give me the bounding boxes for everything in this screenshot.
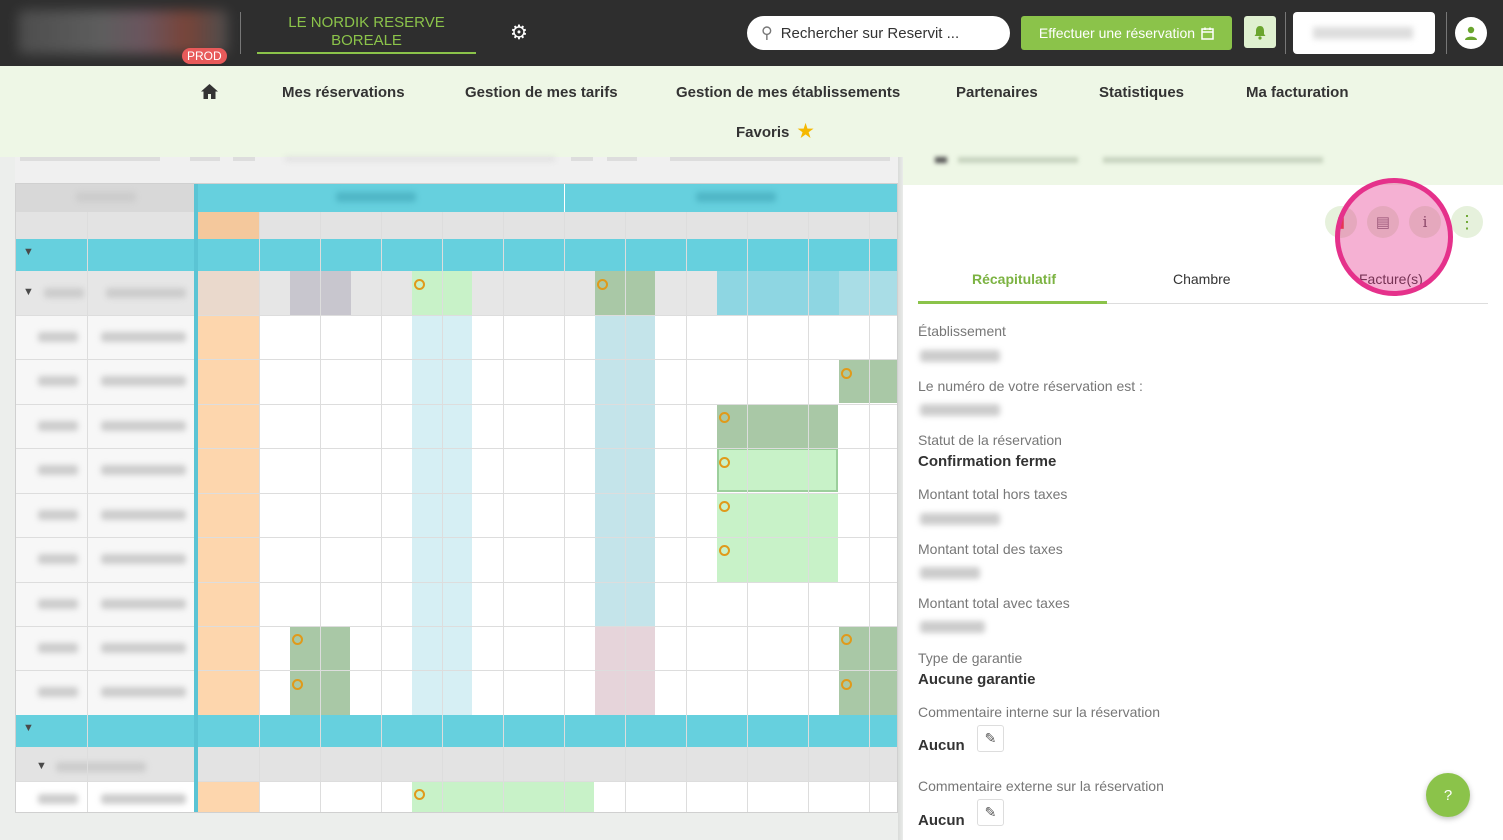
- search-input[interactable]: ⚲ Rechercher sur Reservit ...: [747, 16, 1010, 50]
- nav-reservations[interactable]: Mes réservations: [282, 84, 405, 101]
- field-label-taxes: Montant total des taxes: [918, 541, 1063, 557]
- field-label-establishment: Établissement: [918, 323, 1006, 339]
- field-value-guarantee: Aucune garantie: [918, 671, 1036, 688]
- main-nav: Mes réservations Gestion de mes tarifs G…: [0, 66, 1503, 157]
- planning-toolbar: [15, 157, 898, 183]
- field-label-reservation-number: Le numéro de votre réservation est :: [918, 378, 1143, 394]
- field-value-establishment: [920, 350, 1000, 362]
- click-highlight: [1335, 178, 1453, 296]
- nav-billing[interactable]: Ma facturation: [1246, 84, 1349, 101]
- collapse-icon[interactable]: ▼: [23, 286, 34, 298]
- nav-favorites-label: Favoris: [736, 124, 790, 141]
- planning-grid[interactable]: ▼ ▼ ▼ ▼: [15, 183, 898, 813]
- nav-partners[interactable]: Partenaires: [956, 84, 1038, 101]
- book-reservation-button[interactable]: Effectuer une réservation: [1021, 16, 1232, 50]
- user-icon[interactable]: [1455, 17, 1487, 49]
- field-value-amount-excl-tax: [920, 513, 1000, 525]
- field-label-external-comment: Commentaire externe sur la réservation: [918, 778, 1164, 794]
- divider: [240, 12, 241, 54]
- tab-room[interactable]: Chambre: [1173, 271, 1231, 287]
- search-placeholder: Rechercher sur Reservit ...: [780, 24, 960, 42]
- nav-rates[interactable]: Gestion de mes tarifs: [465, 84, 618, 101]
- search-icon: ⚲: [761, 25, 773, 42]
- divider: [1285, 12, 1286, 54]
- collapse-icon[interactable]: ▼: [36, 760, 47, 772]
- edit-internal-comment-button[interactable]: ✎: [977, 725, 1004, 752]
- active-tab-indicator: [918, 301, 1107, 304]
- field-label-guarantee: Type de garantie: [918, 650, 1023, 666]
- env-badge: PROD: [182, 48, 227, 64]
- pencil-icon: ✎: [984, 804, 997, 820]
- bell-icon[interactable]: [1244, 16, 1276, 48]
- field-value-internal-comment: Aucun: [918, 737, 965, 754]
- nav-statistics[interactable]: Statistiques: [1099, 84, 1184, 101]
- field-label-amount-excl-tax: Montant total hors taxes: [918, 486, 1068, 502]
- field-value-status: Confirmation ferme: [918, 453, 1057, 470]
- field-label-internal-comment: Commentaire interne sur la réservation: [918, 704, 1160, 720]
- field-value-taxes: [920, 567, 980, 579]
- tab-summary[interactable]: Récapitulatif: [972, 271, 1056, 287]
- calendar-icon: [1201, 27, 1214, 40]
- top-bar: PROD LE NORDIK RESERVE BOREALE ⚙ ⚲ Reche…: [0, 0, 1503, 66]
- field-value-reservation-number: [920, 404, 1000, 416]
- nav-establishments[interactable]: Gestion de mes établissements: [676, 84, 900, 101]
- home-icon[interactable]: [200, 83, 219, 106]
- star-icon: ★: [797, 121, 814, 141]
- field-value-external-comment: Aucun: [918, 812, 965, 829]
- hotel-selector-underline: [257, 52, 476, 54]
- nav-favorites[interactable]: Favoris ★: [736, 121, 814, 142]
- collapse-icon[interactable]: ▼: [23, 722, 34, 734]
- help-button[interactable]: ?: [1426, 773, 1470, 817]
- account-name[interactable]: [1293, 12, 1435, 54]
- book-reservation-label: Effectuer une réservation: [1038, 25, 1196, 41]
- divider: [1446, 12, 1447, 54]
- gear-icon[interactable]: ⚙: [510, 20, 528, 45]
- edit-external-comment-button[interactable]: ✎: [977, 799, 1004, 826]
- field-label-amount-incl-tax: Montant total avec taxes: [918, 595, 1070, 611]
- collapse-icon[interactable]: ▼: [23, 246, 34, 258]
- pencil-icon: ✎: [984, 730, 997, 746]
- more-vertical-icon[interactable]: ⋮: [1451, 206, 1483, 238]
- field-label-status: Statut de la réservation: [918, 432, 1062, 448]
- field-value-amount-incl-tax: [920, 621, 985, 633]
- hotel-selector[interactable]: LE NORDIK RESERVE BOREALE: [257, 14, 476, 50]
